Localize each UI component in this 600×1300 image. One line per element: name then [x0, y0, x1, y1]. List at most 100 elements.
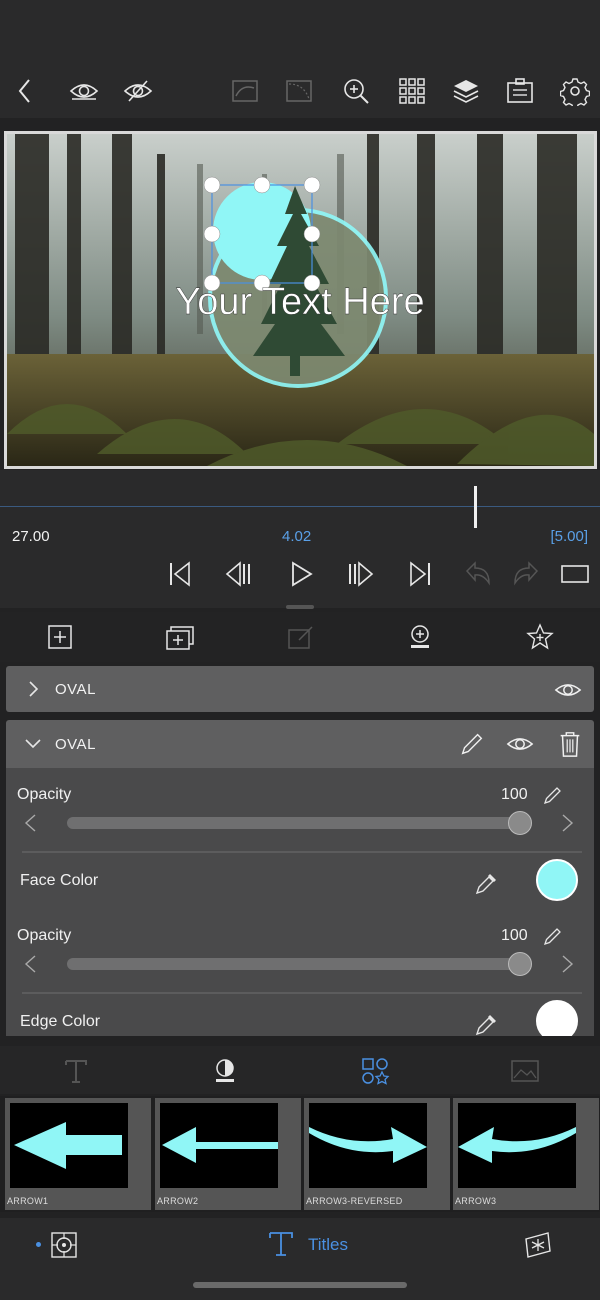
- layer-row-oval-1[interactable]: OVAL: [6, 666, 594, 712]
- pencil-icon[interactable]: [542, 784, 564, 806]
- increase-arrow-icon[interactable]: [556, 953, 578, 975]
- target-frame-icon[interactable]: [50, 1231, 78, 1259]
- active-dot-indicator: [36, 1242, 41, 1247]
- titles-tab-label[interactable]: Titles: [308, 1235, 348, 1255]
- step-forward-icon: [349, 561, 374, 587]
- forest-scene: Your Text Here: [7, 134, 594, 466]
- face-color-swatch[interactable]: [536, 859, 578, 901]
- back-button[interactable]: [8, 74, 42, 108]
- gallery-item-arrow1[interactable]: ARROW1: [5, 1098, 151, 1210]
- grid-icon: [399, 78, 425, 104]
- opacity-value: 100: [501, 786, 528, 803]
- opacity-slider[interactable]: [67, 958, 519, 970]
- play-button[interactable]: [283, 556, 319, 592]
- motion-path-icon: [232, 80, 258, 102]
- top-toolbar: [0, 0, 600, 118]
- opacity-slider-knob[interactable]: [508, 952, 532, 976]
- overlay-title-text[interactable]: Your Text Here: [175, 281, 425, 323]
- shapes-category-icon[interactable]: [360, 1056, 390, 1086]
- layer-label: OVAL: [55, 680, 96, 698]
- opacity-slider[interactable]: [67, 817, 519, 829]
- undo-button[interactable]: [460, 556, 496, 592]
- text-category-icon[interactable]: [61, 1056, 91, 1086]
- duration-time[interactable]: [5.00]: [550, 528, 588, 545]
- decrease-arrow-icon[interactable]: [20, 812, 42, 834]
- gallery-item-arrow3[interactable]: ARROW3: [453, 1098, 599, 1210]
- opacity-value: 100: [501, 927, 528, 944]
- aspect-ratio-icon: [561, 565, 589, 583]
- shape-gallery: ARROW1 ARROW2 ARROW3-REVERSED ARROW3: [0, 1096, 600, 1212]
- elapsed-time: 27.00: [12, 528, 50, 545]
- edit-box-icon: [288, 626, 313, 649]
- current-time: 4.02: [282, 528, 312, 545]
- add-item-button[interactable]: [43, 620, 77, 654]
- decrease-arrow-icon[interactable]: [20, 953, 42, 975]
- arrow3-reversed-preview: [309, 1127, 427, 1163]
- arrow1-preview: [14, 1122, 122, 1169]
- clipboard-icon: [507, 78, 533, 103]
- layers-icon: [453, 80, 479, 103]
- opacity-label: Opacity: [17, 927, 72, 944]
- gallery-item-arrow2[interactable]: ARROW2: [155, 1098, 301, 1210]
- edge-color-swatch[interactable]: [536, 1000, 578, 1036]
- layers-button[interactable]: [449, 74, 483, 108]
- panel-grabber[interactable]: [286, 605, 314, 609]
- edit-disabled-button[interactable]: [283, 620, 317, 654]
- skip-start-icon: [170, 561, 190, 587]
- video-preview[interactable]: Your Text Here: [4, 131, 597, 469]
- step-forward-button[interactable]: [343, 556, 379, 592]
- skip-end-icon: [410, 561, 430, 587]
- arrow2-preview: [162, 1127, 278, 1163]
- motion-path-button[interactable]: [228, 74, 262, 108]
- layer-label: OVAL: [55, 735, 96, 753]
- effects-ticket-icon[interactable]: [523, 1230, 553, 1260]
- eye-icon: [69, 84, 99, 100]
- chevron-right-icon[interactable]: [22, 678, 44, 700]
- add-favorite-button[interactable]: [523, 620, 557, 654]
- trash-icon[interactable]: [556, 730, 584, 758]
- titles-text-icon[interactable]: [267, 1230, 295, 1258]
- opacity-slider-knob[interactable]: [508, 811, 532, 835]
- undo-icon: [465, 561, 490, 586]
- image-category-icon[interactable]: [510, 1056, 540, 1086]
- face-color-label: Face Color: [20, 872, 99, 889]
- grid-button[interactable]: [395, 74, 429, 108]
- show-button[interactable]: [67, 74, 101, 108]
- curve-icon: [286, 80, 312, 102]
- step-back-icon: [225, 561, 250, 587]
- settings-button[interactable]: [558, 74, 592, 108]
- clipboard-button[interactable]: [503, 74, 537, 108]
- arrow3-preview: [458, 1127, 576, 1163]
- gallery-item-label: ARROW3: [455, 1196, 497, 1206]
- step-back-button[interactable]: [220, 556, 256, 592]
- add-style-button[interactable]: [403, 620, 437, 654]
- eye-icon[interactable]: [506, 730, 534, 758]
- add-toolbar: [0, 612, 600, 662]
- increase-arrow-icon[interactable]: [556, 812, 578, 834]
- eyedropper-icon[interactable]: [474, 870, 500, 896]
- timeline-track[interactable]: [0, 506, 600, 507]
- add-style-icon: [411, 625, 429, 648]
- edge-color-label: Edge Color: [20, 1013, 101, 1030]
- redo-icon: [514, 561, 539, 586]
- eye-icon[interactable]: [554, 676, 582, 704]
- aspect-button[interactable]: [557, 556, 593, 592]
- skip-end-button[interactable]: [402, 556, 438, 592]
- style-category-icon[interactable]: [210, 1056, 240, 1086]
- curve-button[interactable]: [282, 74, 316, 108]
- playhead[interactable]: [474, 486, 477, 528]
- pencil-icon[interactable]: [458, 730, 486, 758]
- skip-start-button[interactable]: [162, 556, 198, 592]
- pencil-icon[interactable]: [542, 925, 564, 947]
- zoom-in-icon: [344, 79, 369, 104]
- divider: [22, 851, 582, 853]
- add-group-button[interactable]: [163, 620, 197, 654]
- gallery-item-arrow3-reversed[interactable]: ARROW3-REVERSED: [304, 1098, 450, 1210]
- layer-row-oval-2[interactable]: OVAL: [6, 720, 594, 768]
- eyedropper-icon[interactable]: [474, 1011, 500, 1036]
- redo-button[interactable]: [508, 556, 544, 592]
- zoom-button[interactable]: [339, 74, 373, 108]
- home-indicator[interactable]: [193, 1282, 407, 1288]
- chevron-down-icon[interactable]: [22, 732, 44, 754]
- hide-button[interactable]: [121, 74, 155, 108]
